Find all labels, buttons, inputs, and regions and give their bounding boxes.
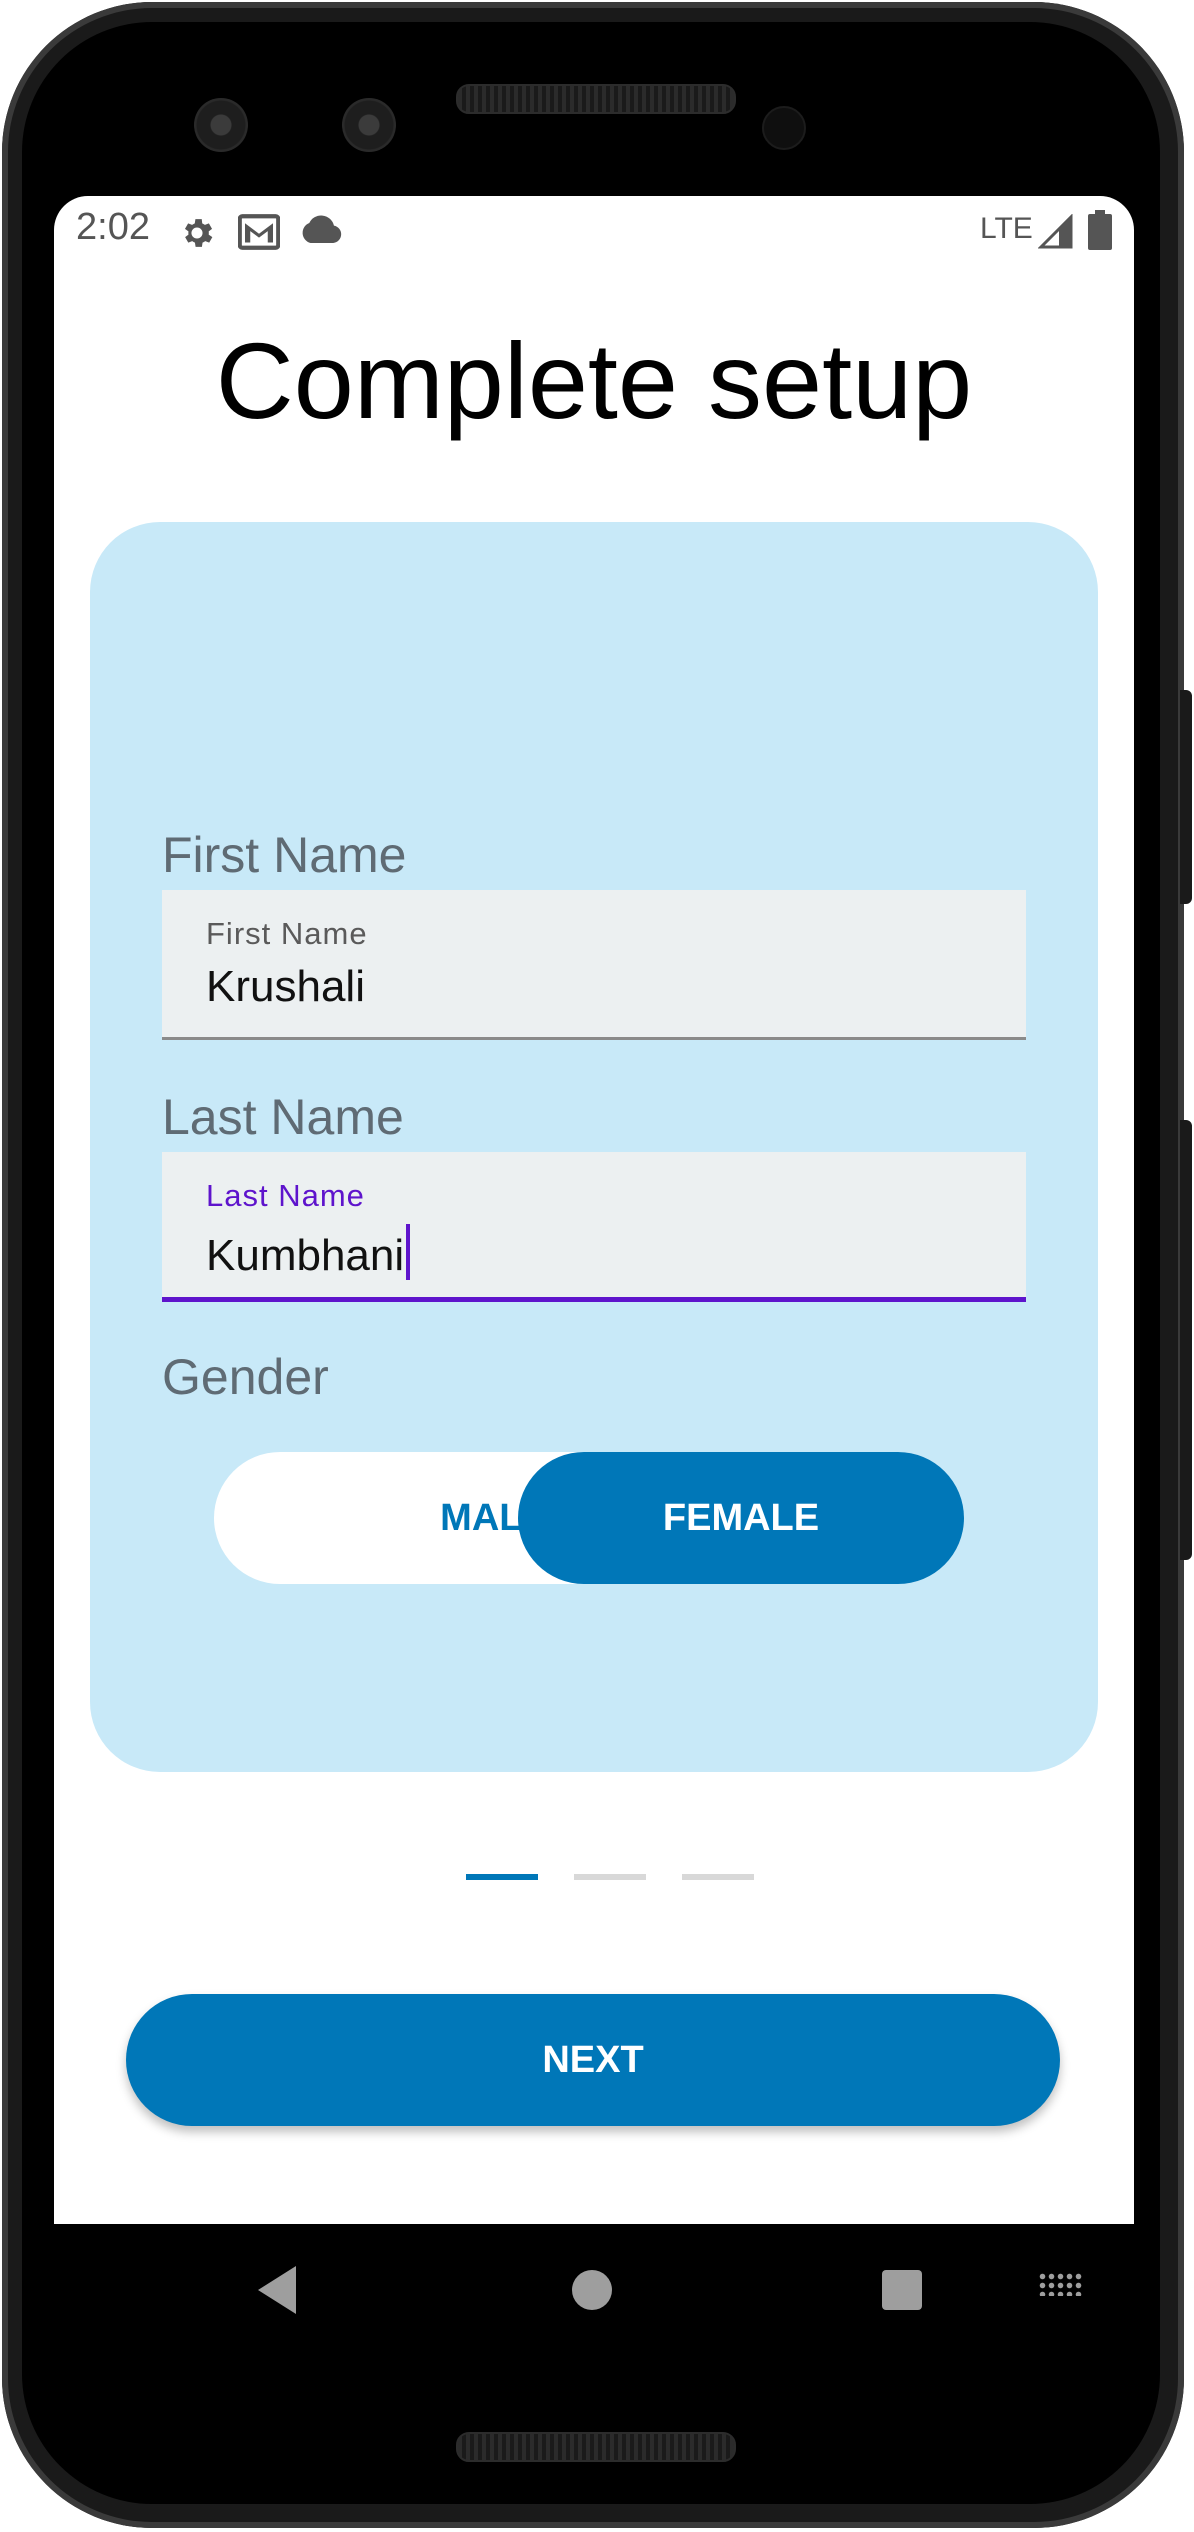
- screen: 2:02 LTE Complete setup First Name First…: [54, 196, 1134, 2356]
- first-name-floating-label: First Name: [206, 916, 368, 951]
- home-icon[interactable]: [572, 2270, 612, 2310]
- gender-option-female[interactable]: FEMALE: [518, 1452, 964, 1584]
- gear-icon: [178, 214, 216, 258]
- back-icon[interactable]: [258, 2266, 296, 2314]
- gmail-icon: [237, 214, 281, 256]
- volume-button: [1180, 1120, 1192, 1560]
- last-name-input: Kumbhani: [206, 1224, 411, 1281]
- last-name-field[interactable]: Last Name Kumbhani: [162, 1152, 1026, 1302]
- page-indicator-1: [466, 1874, 538, 1880]
- next-button[interactable]: NEXT: [126, 1994, 1060, 2126]
- gender-heading: Gender: [162, 1349, 329, 1405]
- proximity-sensor: [762, 106, 806, 150]
- front-camera-left: [194, 98, 248, 152]
- last-name-value: Kumbhani: [206, 1231, 405, 1280]
- bottom-speaker: [456, 2432, 736, 2462]
- signal-icon: [1037, 213, 1074, 256]
- page-title: Complete setup: [215, 320, 973, 441]
- setup-card: [90, 522, 1098, 1772]
- last-name-floating-label: Last Name: [206, 1178, 365, 1213]
- page-indicator-3: [682, 1874, 754, 1880]
- last-name-heading: Last Name: [162, 1089, 404, 1145]
- keyboard-icon[interactable]: [1038, 2272, 1082, 2296]
- status-bar: 2:02 LTE: [54, 196, 1134, 266]
- page-indicator-2: [574, 1874, 646, 1880]
- first-name-heading: First Name: [162, 827, 407, 883]
- earpiece-speaker: [456, 84, 736, 114]
- cloud-icon: [300, 214, 342, 250]
- battery-icon: [1088, 210, 1112, 256]
- status-time: 2:02: [76, 206, 150, 248]
- first-name-field[interactable]: First Name Krushali: [162, 890, 1026, 1040]
- power-button: [1180, 690, 1192, 904]
- first-name-value: Krushali: [206, 962, 365, 1011]
- network-type: LTE: [980, 212, 1033, 245]
- front-camera-right: [342, 98, 396, 152]
- device-frame: 2:02 LTE Complete setup First Name First…: [0, 0, 1194, 2532]
- navigation-bar: [54, 2224, 1134, 2356]
- gender-toggle: MALE FEMALE: [214, 1452, 964, 1584]
- text-cursor: [406, 1224, 411, 1280]
- recents-icon[interactable]: [882, 2270, 922, 2310]
